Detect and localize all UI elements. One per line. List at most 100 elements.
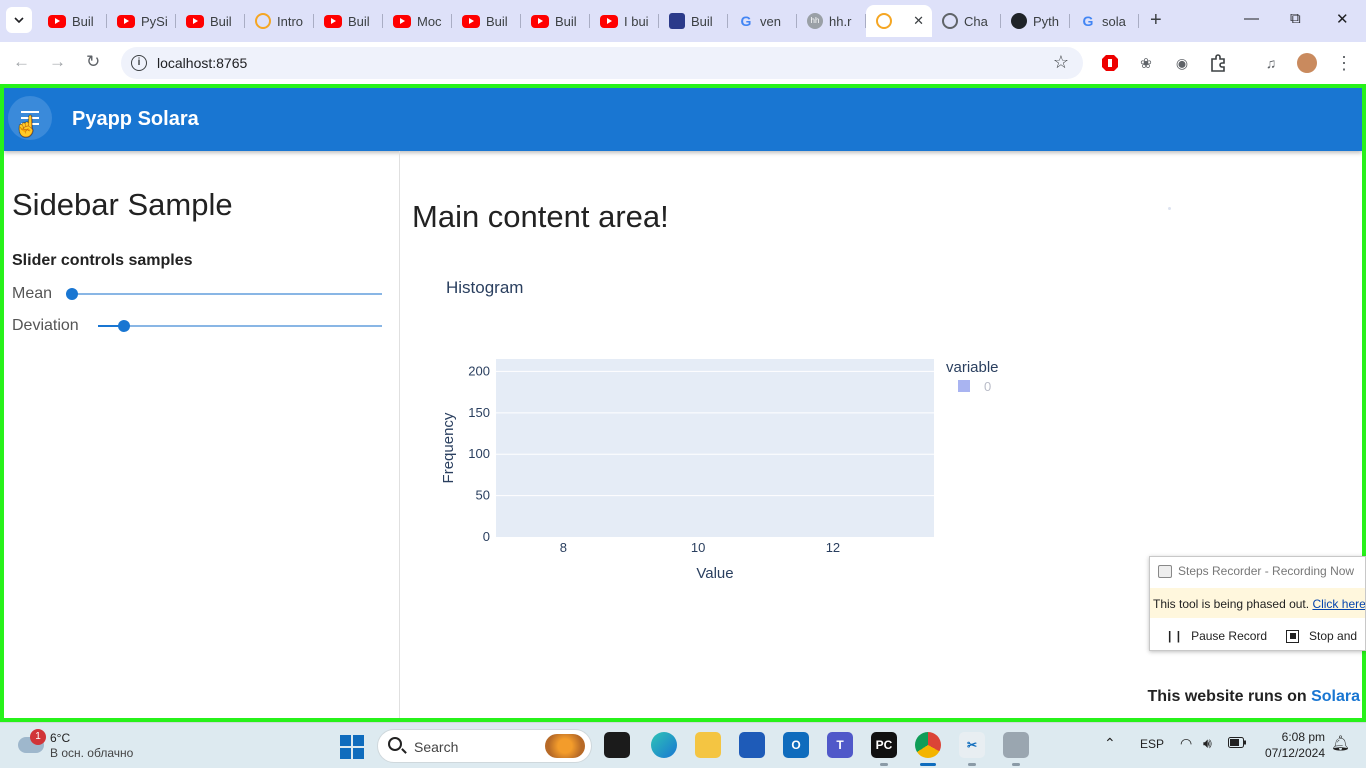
browser-tab[interactable]: Buil	[314, 5, 383, 37]
mean-slider[interactable]: Mean	[12, 282, 382, 306]
legend-entry: 0	[984, 379, 991, 394]
slider-thumb[interactable]	[118, 320, 131, 332]
profile-icon	[669, 13, 685, 29]
legend-swatch	[958, 380, 970, 392]
browser-tab[interactable]: Buil	[452, 5, 521, 37]
outlook-icon[interactable]: O	[783, 732, 809, 758]
taskbar-search[interactable]: Search	[377, 729, 592, 763]
back-button[interactable]: ←	[13, 52, 30, 72]
chart-title: Histogram	[446, 278, 523, 297]
teams-icon[interactable]: T	[827, 732, 853, 758]
hamburger-icon	[21, 111, 39, 113]
slider-label: Deviation	[12, 317, 79, 334]
browser-tab[interactable]: Intro	[245, 5, 314, 37]
stop-icon	[1286, 629, 1299, 643]
x-axis-label: Value	[696, 565, 733, 582]
microsoft-store-icon[interactable]	[739, 732, 765, 758]
pause-record-button[interactable]: | | Pause Record	[1168, 629, 1267, 643]
windows-taskbar: 1 6°C В осн. облачно Search O T PC ✂ ⌃ E…	[0, 722, 1366, 768]
reload-button[interactable]: ↻	[86, 52, 100, 72]
minimize-button[interactable]: —	[1244, 10, 1259, 27]
browser-tab[interactable]: Pyth	[1001, 5, 1070, 37]
browser-toolbar: ← → ↻ i localhost:8765 ☆ ❀ ◉ ♫ ⋮	[0, 42, 1366, 84]
solara-link[interactable]: Solara	[1311, 688, 1360, 705]
tab-label: Intro	[277, 13, 304, 29]
input-language[interactable]: ESP	[1140, 737, 1164, 751]
browser-tab[interactable]: Cha	[932, 5, 1001, 37]
site-info-icon[interactable]: i	[131, 55, 147, 71]
tab-label: Buil	[486, 13, 508, 29]
sidebar-subtitle: Slider controls samples	[12, 252, 193, 269]
youtube-icon	[324, 14, 342, 28]
extension-icon[interactable]: ◉	[1172, 53, 1192, 73]
clock-date: 07/12/2024	[1264, 746, 1325, 760]
weather-widget[interactable]: 1 6°C В осн. облачно	[14, 729, 174, 763]
x-tick-label: 12	[826, 540, 840, 555]
steps-recorder-window: Steps Recorder - Recording Now This tool…	[1149, 556, 1366, 651]
new-tab-button[interactable]: +	[1150, 9, 1162, 32]
address-bar[interactable]: i localhost:8765 ☆	[121, 47, 1083, 79]
recorder-title: Steps Recorder - Recording Now	[1158, 564, 1354, 578]
system-clock[interactable]: 6:08 pm 07/12/2024	[1255, 729, 1325, 761]
weather-condition: В осн. облачно	[50, 746, 134, 760]
slider-track[interactable]	[98, 325, 382, 327]
globe-icon	[942, 13, 958, 29]
wifi-icon[interactable]: ◠	[1180, 735, 1192, 752]
y-tick-label: 50	[476, 488, 490, 503]
browser-tab[interactable]: Moc	[383, 5, 452, 37]
media-controls-icon[interactable]: ♫	[1261, 53, 1281, 73]
tab-label: hh.r	[829, 13, 852, 29]
tab-label: sola	[1102, 13, 1126, 29]
slider-thumb[interactable]	[66, 288, 78, 300]
forward-button[interactable]: →	[49, 52, 66, 72]
youtube-icon	[117, 14, 135, 28]
browser-tab[interactable]: I bui	[590, 5, 659, 37]
restore-button[interactable]: ⧉	[1290, 10, 1301, 27]
y-tick-label: 200	[468, 363, 490, 378]
extensions-puzzle-icon[interactable]	[1208, 53, 1228, 73]
tab-label: I bui	[624, 13, 649, 29]
app-bar: Pyapp Solara ☝	[4, 88, 1362, 151]
tray-overflow-chevron-icon[interactable]: ⌃	[1104, 735, 1116, 752]
stop-and-review-button[interactable]: Stop and	[1286, 629, 1357, 643]
tab-close-icon[interactable]: ✕	[913, 13, 924, 29]
extension-icon[interactable]: ❀	[1136, 53, 1156, 73]
youtube-icon	[531, 14, 549, 28]
tab-active[interactable]: ✕	[866, 5, 932, 37]
tab-label: Pyth	[1033, 13, 1060, 29]
tab-search-button[interactable]	[6, 7, 32, 33]
pycharm-icon[interactable]: PC	[871, 732, 897, 766]
file-explorer-icon[interactable]	[695, 732, 721, 758]
volume-icon[interactable]: 🔊︎	[1203, 735, 1212, 752]
browser-tab[interactable]: Buil	[176, 5, 245, 37]
steps-recorder-icon	[1158, 564, 1172, 578]
browser-tab[interactable]: Buil	[38, 5, 107, 37]
window-close-button[interactable]: ✕	[1336, 10, 1349, 28]
browser-tab[interactable]: PySi	[107, 5, 176, 37]
youtube-icon	[600, 14, 618, 28]
browser-tab[interactable]: Gsola	[1070, 5, 1139, 37]
browser-tab[interactable]: Gven	[728, 5, 797, 37]
notification-bell-icon[interactable]: 🔔︎	[1331, 734, 1350, 752]
browser-tab-strip: Buil PySi Buil Intro Buil Moc Buil Buil I bui Bui…	[0, 0, 1366, 42]
deviation-slider[interactable]: Deviation	[12, 314, 382, 338]
youtube-icon	[48, 14, 66, 28]
y-axis-label: Frequency	[440, 412, 457, 483]
snipping-tool-icon[interactable]: ✂	[959, 732, 985, 766]
browser-tab[interactable]: Buil	[521, 5, 590, 37]
start-button[interactable]	[340, 735, 364, 759]
search-highlight-icon	[545, 734, 585, 758]
recorder-click-here-link[interactable]: Click here to	[1312, 597, 1365, 611]
profile-avatar[interactable]	[1297, 53, 1317, 73]
browser-tab[interactable]: hh hh.r	[797, 5, 866, 37]
adblock-extension-icon[interactable]	[1100, 53, 1120, 73]
browser-menu-icon[interactable]: ⋮	[1334, 53, 1354, 73]
chrome-icon[interactable]	[915, 732, 941, 766]
battery-icon[interactable]	[1228, 737, 1246, 751]
bookmark-star-icon[interactable]: ☆	[1053, 52, 1069, 73]
steps-recorder-taskbar-icon[interactable]	[1003, 732, 1029, 766]
slider-track[interactable]	[72, 293, 382, 295]
terminal-app-icon[interactable]	[604, 732, 630, 758]
browser-tab[interactable]: Buil	[659, 5, 728, 37]
edge-browser-icon[interactable]	[651, 732, 677, 758]
